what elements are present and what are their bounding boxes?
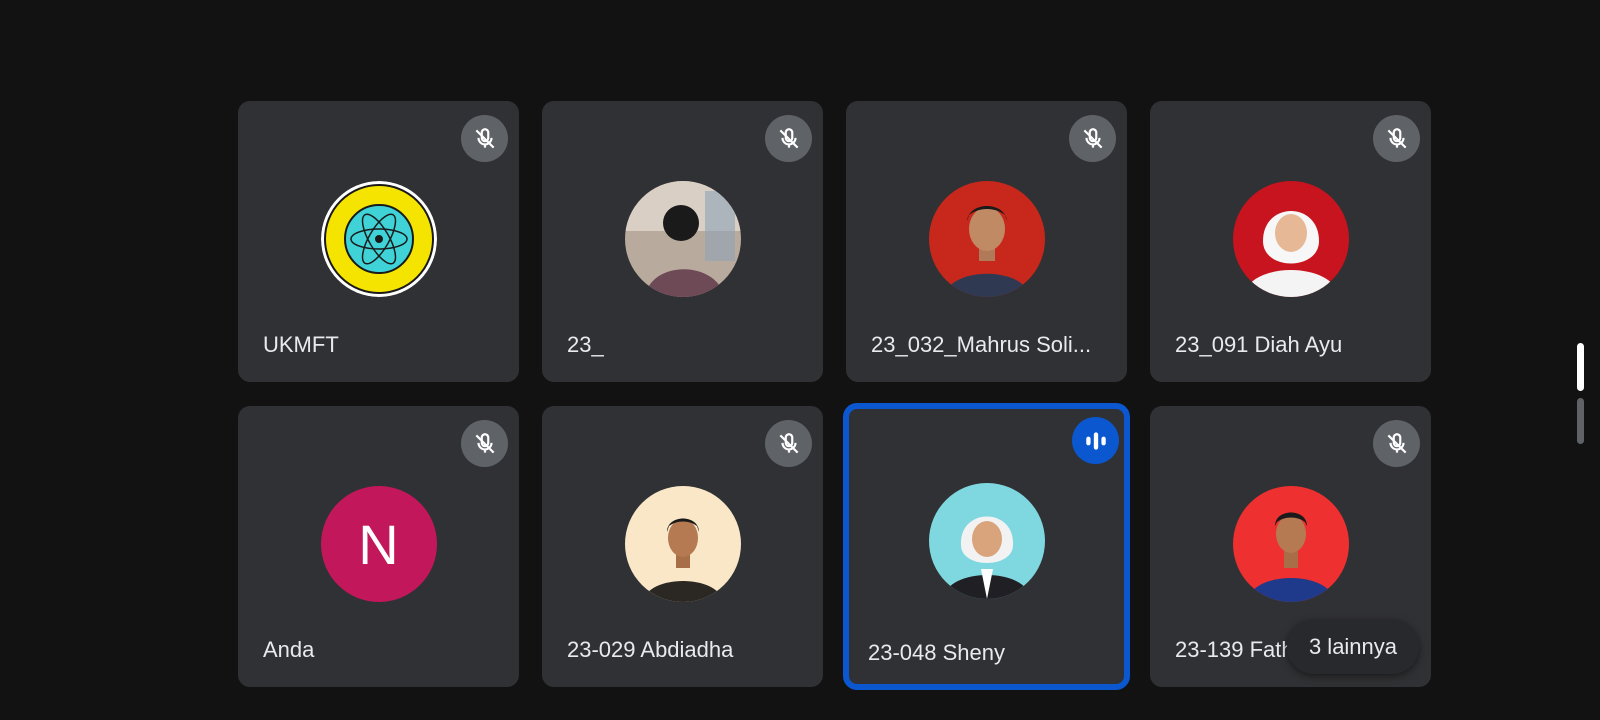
participant-name: 23-048 Sheny	[868, 640, 1005, 665]
muted-mic-icon	[1069, 115, 1116, 162]
participant-name: Anda	[263, 637, 315, 662]
more-participants-chip[interactable]: 3 lainnya	[1287, 620, 1419, 674]
avatar-photo	[928, 483, 1045, 599]
muted-mic-icon	[461, 115, 508, 162]
participant-name: 23_091 Diah Ayu	[1175, 332, 1343, 357]
muted-mic-icon	[1373, 420, 1420, 467]
participant-tile-speaking[interactable]: 23-048 Sheny	[843, 403, 1130, 690]
avatar-initial: N	[320, 486, 437, 602]
avatar-photo	[1232, 486, 1349, 602]
participant-tile-self[interactable]: N Anda	[238, 406, 519, 687]
avatar-logo	[320, 181, 437, 297]
participant-name: 23_	[567, 332, 604, 357]
participant-tile[interactable]: 23_032_Mahrus Soli...	[846, 101, 1127, 382]
participant-name: UKMFT	[263, 332, 339, 357]
muted-mic-icon	[765, 115, 812, 162]
avatar-initial-letter: N	[358, 512, 399, 576]
participant-name: 23-029 Abdiadha	[567, 637, 734, 662]
avatar-photo	[624, 486, 741, 602]
scrollbar-track[interactable]	[1577, 398, 1584, 444]
participant-tile[interactable]: 23-029 Abdiadha	[542, 406, 823, 687]
avatar-photo	[928, 181, 1045, 297]
participant-tile[interactable]: 23_	[542, 101, 823, 382]
muted-mic-icon	[1373, 115, 1420, 162]
avatar-photo	[624, 181, 741, 297]
participant-tile-ukmft[interactable]: UKMFT	[238, 101, 519, 382]
muted-mic-icon	[765, 420, 812, 467]
muted-mic-icon	[461, 420, 508, 467]
speaking-audio-icon	[1072, 417, 1119, 464]
participant-name: 23_032_Mahrus Soli...	[871, 332, 1092, 357]
scrollbar-thumb[interactable]	[1577, 343, 1584, 391]
avatar-photo	[1232, 181, 1349, 297]
participant-tile[interactable]: 23_091 Diah Ayu	[1150, 101, 1431, 382]
participant-grid: UKMFT 23_ 23_032_Mahrus Soli... 23_091 D…	[0, 0, 1600, 720]
